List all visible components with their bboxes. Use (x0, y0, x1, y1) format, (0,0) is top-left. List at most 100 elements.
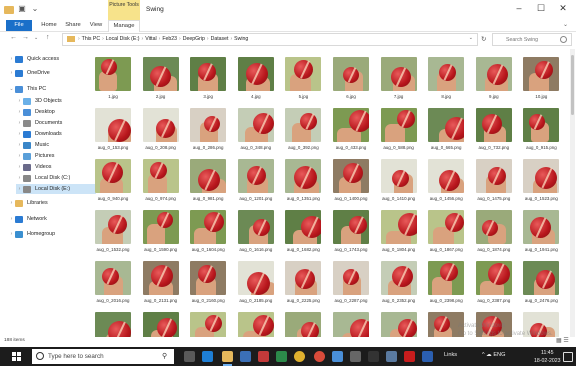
file-item[interactable]: aug_0_974.png (140, 159, 182, 201)
file-item[interactable]: 9.jpg (473, 57, 515, 99)
chevron-right-icon[interactable]: › (8, 70, 15, 76)
file-item[interactable]: aug_0_1874.png (473, 210, 515, 252)
file-item[interactable]: aug_0_2185.png (235, 261, 277, 303)
file-item[interactable]: aug_0_2225.png (282, 261, 324, 303)
file-item[interactable]: aug_0_2131.png (140, 261, 182, 303)
file-item[interactable]: aug_0_915.png (520, 108, 562, 150)
app-icon[interactable] (240, 351, 251, 362)
file-item[interactable] (92, 312, 134, 337)
chevron-right-icon[interactable]: › (16, 164, 23, 170)
up-button[interactable]: ↑ (46, 34, 50, 41)
file-item[interactable] (187, 312, 229, 337)
refresh-icon[interactable]: ↻ (481, 35, 486, 43)
chevron-right-icon[interactable]: › (16, 109, 23, 115)
maximize-button[interactable]: ☐ (534, 3, 548, 14)
chevron-down-icon[interactable]: ⌄ (8, 86, 15, 92)
nav-item-this-pc[interactable]: ⌄ This PC (8, 84, 96, 94)
chrome-icon[interactable] (294, 351, 305, 362)
file-item[interactable]: aug_0_1475.png (473, 159, 515, 201)
nav-item-local-disk-e[interactable]: › Local Disk (E:) (16, 184, 96, 194)
word-icon[interactable] (422, 351, 433, 362)
file-item[interactable]: aug_0_433.png (330, 108, 372, 150)
file-item[interactable]: aug_0_1456.png (425, 159, 467, 201)
file-item[interactable]: aug_0_665.png (425, 108, 467, 150)
file-item[interactable]: aug_0_1201.png (235, 159, 277, 201)
file-item[interactable]: aug_0_1804.png (378, 210, 420, 252)
file-item[interactable]: aug_0_1743.png (330, 210, 372, 252)
crumb-vittal[interactable]: Vittal (145, 36, 156, 42)
file-item[interactable]: 3.jpg (187, 57, 229, 99)
file-item[interactable]: aug_0_981.png (187, 159, 229, 201)
ribbon-expand-icon[interactable]: ⌄ (563, 21, 568, 28)
chevron-right-icon[interactable]: › (16, 98, 23, 104)
file-item[interactable]: aug_0_940.png (92, 159, 134, 201)
minimize-button[interactable]: – (512, 3, 526, 13)
vertical-scrollbar[interactable] (570, 49, 575, 337)
crumb-feb23[interactable]: Feb23 (162, 36, 177, 42)
file-item[interactable] (330, 312, 372, 337)
file-item[interactable]: aug_0_2160.png (187, 261, 229, 303)
chevron-down-icon[interactable]: ⌄ (469, 35, 473, 41)
app-icon[interactable] (386, 351, 397, 362)
file-item[interactable]: aug_0_1682.png (282, 210, 324, 252)
nav-item-documents[interactable]: › Documents (16, 118, 96, 128)
nav-item-onedrive[interactable]: › OneDrive (8, 68, 96, 78)
tray-links-label[interactable]: Links (444, 352, 457, 358)
file-item[interactable]: aug_0_588.png (378, 108, 420, 150)
forward-button[interactable]: → (22, 34, 29, 41)
file-item[interactable] (378, 312, 420, 337)
app-icon[interactable] (332, 351, 343, 362)
search-input[interactable] (496, 34, 568, 45)
tray-icons[interactable]: ^ ☁ ENG (482, 352, 505, 358)
file-explorer-icon[interactable] (222, 351, 233, 366)
tab-share[interactable]: Share (62, 20, 84, 31)
nav-item-music[interactable]: › Music (16, 140, 96, 150)
file-item[interactable]: aug_0_1410.png (378, 159, 420, 201)
file-item[interactable]: aug_0_392.png (282, 108, 324, 150)
chevron-right-icon[interactable]: › (16, 153, 23, 159)
file-item[interactable]: aug_0_348.png (235, 108, 277, 150)
file-item[interactable]: aug_0_2476.png (520, 261, 562, 303)
nav-item-local-disk-c[interactable]: › Local Disk (C:) (16, 173, 96, 183)
file-item[interactable]: aug_0_2352.png (378, 261, 420, 303)
nav-item-homegroup[interactable]: › Homegroup (8, 229, 96, 239)
tab-manage[interactable]: Manage (108, 20, 140, 32)
taskbar-search-box[interactable]: Type here to search ⚲ (32, 349, 174, 364)
chevron-right-icon[interactable]: › (16, 175, 23, 181)
recent-locations-button[interactable]: ⌄ (34, 35, 38, 41)
file-item[interactable]: 5.jpg (282, 57, 324, 99)
file-item[interactable]: aug_0_1616.png (235, 210, 277, 252)
file-item[interactable]: aug_0_1532.png (92, 210, 134, 252)
back-button[interactable]: ← (10, 34, 17, 41)
file-item[interactable] (282, 312, 324, 337)
clock[interactable]: 11:45 18-02-2023 (534, 349, 561, 365)
chevron-right-icon[interactable]: › (8, 231, 15, 237)
file-item[interactable]: aug_0_1400.png (330, 159, 372, 201)
chevron-right-icon[interactable]: › (8, 200, 15, 206)
app-icon[interactable] (276, 351, 287, 362)
file-item[interactable]: 2.jpg (140, 57, 182, 99)
app-icon[interactable] (258, 351, 269, 362)
file-item[interactable]: aug_0_208.png (140, 108, 182, 150)
task-view-icon[interactable] (184, 351, 195, 362)
chevron-down-icon[interactable]: ⌄ (30, 4, 40, 14)
file-item[interactable]: aug_0_2016.png (92, 261, 134, 303)
app-icon[interactable] (350, 351, 361, 362)
crumb-this-pc[interactable]: This PC (82, 36, 100, 42)
edge-icon[interactable] (202, 351, 213, 362)
file-item[interactable]: aug_0_1523.png (520, 159, 562, 201)
cmd-icon[interactable] (368, 351, 379, 362)
chevron-right-icon[interactable]: › (16, 142, 23, 148)
chevron-right-icon[interactable]: › (16, 120, 23, 126)
crumb-deepgrip[interactable]: DeepGrip (183, 36, 205, 42)
file-item[interactable]: 8.jpg (425, 57, 467, 99)
crumb-swing[interactable]: Swing (234, 36, 248, 42)
view-toggle-buttons[interactable]: ▦ ☰ (556, 337, 569, 344)
file-item[interactable]: aug_0_2398.png (425, 261, 467, 303)
file-item[interactable]: 6.jpg (330, 57, 372, 99)
chevron-right-icon[interactable]: › (8, 56, 15, 62)
file-item[interactable]: aug_0_286.png (187, 108, 229, 150)
file-item[interactable]: aug_0_2387.png (473, 261, 515, 303)
chrome-icon[interactable] (314, 351, 325, 362)
tab-view[interactable]: View (86, 20, 106, 31)
